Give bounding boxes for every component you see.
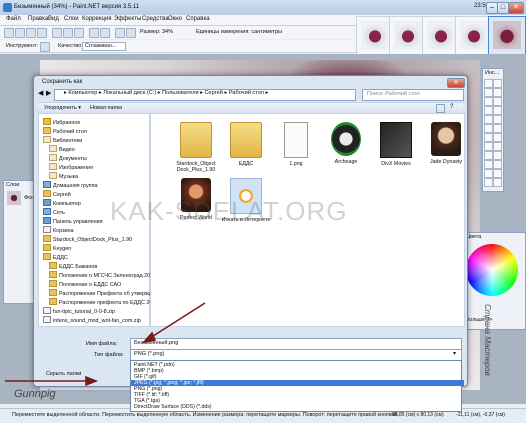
annotation-arrowhead [85,375,99,387]
annotation-arrowhead [141,331,157,344]
annotation-arrow-filetype [149,302,206,339]
annotation-arrows [5,302,206,387]
